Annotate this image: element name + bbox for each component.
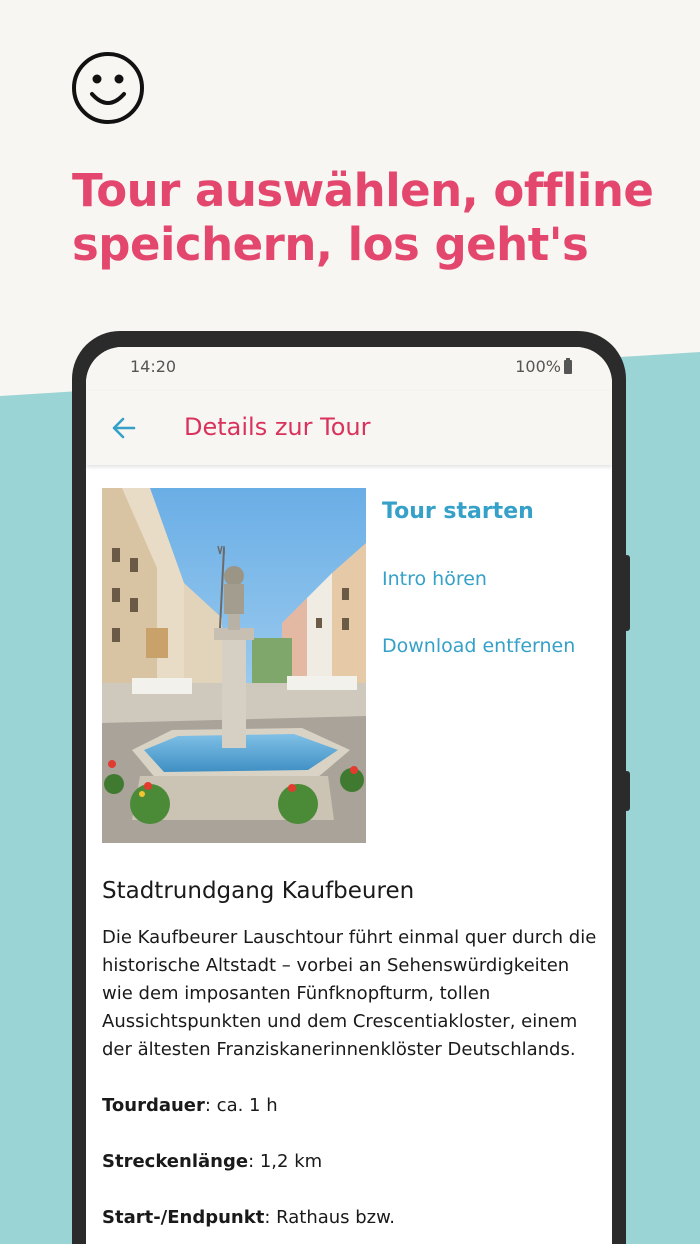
app-bar: Details zur Tour	[86, 391, 612, 465]
fact-label: Tourdauer	[102, 1095, 205, 1116]
fact-label: Start-/Endpunkt	[102, 1207, 265, 1228]
fact-value: : ca. 1 h	[204, 1095, 278, 1116]
page-title: Details zur Tour	[184, 413, 371, 441]
battery-icon	[564, 357, 572, 374]
status-battery: 100%	[515, 357, 572, 376]
headline: Tour auswählen, offline speichern, los g…	[72, 164, 692, 272]
battery-level: 100%	[515, 357, 561, 376]
fact-distance: Streckenlänge: 1,2 km	[102, 1148, 602, 1176]
phone-side-button	[624, 555, 630, 631]
fact-start-end: Start-/Endpunkt: Rathaus bzw.	[102, 1204, 602, 1232]
status-time: 14:20	[130, 357, 177, 376]
phone-side-button	[624, 771, 630, 811]
tour-image	[102, 488, 366, 843]
remove-download-button[interactable]: Download entfernen	[382, 635, 575, 657]
phone-screen: 14:20 100% Details zur Tour Tour starten…	[86, 347, 612, 1244]
intro-listen-button[interactable]: Intro hören	[382, 568, 487, 590]
tour-details: Stadtrundgang Kaufbeuren Die Kaufbeurer …	[102, 875, 602, 1232]
fact-value: : 1,2 km	[248, 1151, 323, 1172]
tour-title: Stadtrundgang Kaufbeuren	[102, 878, 415, 904]
phone-frame: 14:20 100% Details zur Tour Tour starten…	[72, 331, 630, 1244]
headline-line-2: speichern, los geht's	[72, 218, 589, 271]
tour-description: Die Kaufbeurer Lauschtour führt einmal q…	[102, 927, 597, 1060]
arrow-back-icon[interactable]	[110, 414, 138, 442]
headline-line-1: Tour auswählen, offline	[72, 164, 654, 217]
smiley-icon	[72, 52, 144, 124]
fact-value: : Rathaus bzw.	[264, 1207, 395, 1228]
fact-label: Streckenlänge	[102, 1151, 249, 1172]
start-tour-button[interactable]: Tour starten	[382, 499, 534, 524]
fact-duration: Tourdauer: ca. 1 h	[102, 1092, 602, 1120]
status-bar: 14:20 100%	[86, 347, 612, 391]
